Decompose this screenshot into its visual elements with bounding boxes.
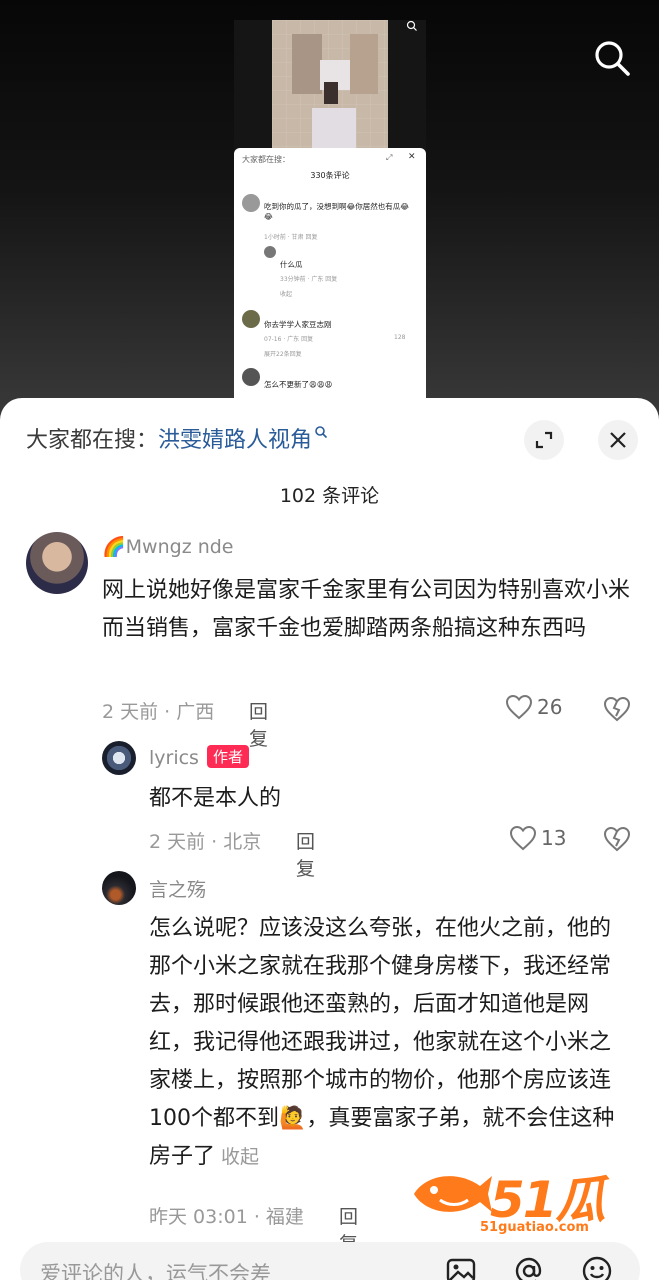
comment-meta: 昨天 03:01 · 福建 bbox=[149, 1206, 304, 1228]
mini-collapse: 收起 bbox=[280, 291, 293, 298]
author-badge: 作者 bbox=[206, 745, 249, 768]
watermark-logo: 51瓜条 51guatiao.com bbox=[410, 1160, 640, 1280]
mini-likes: 128 bbox=[394, 334, 406, 341]
close-icon bbox=[610, 432, 626, 448]
emoji-icon[interactable] bbox=[580, 1254, 614, 1280]
expand-icon bbox=[535, 431, 553, 449]
collapse-link[interactable]: 收起 bbox=[221, 1146, 259, 1168]
comment-text: 怎么说呢？应该没这么夸张，在他火之前，他的那个小米之家就在我那个健身房楼下，我还… bbox=[149, 910, 627, 1192]
at-mention-icon[interactable] bbox=[512, 1254, 546, 1280]
comment-sheet: 大家都在搜：洪雯婧路人视角 102 条评论 🌈Mwngz nde 网上说她好像是… bbox=[0, 398, 659, 1280]
embedded-comment-panel: 大家都在搜： ⤢ ✕ 330条评论 吃到你的瓜了，没想到啊😂你居然也有瓜😂😂 1… bbox=[234, 148, 426, 405]
mini-comment-count: 330条评论 bbox=[310, 171, 350, 180]
mini-close-icon: ✕ bbox=[408, 152, 416, 162]
avatar[interactable] bbox=[102, 741, 136, 775]
image-icon[interactable] bbox=[444, 1254, 478, 1280]
search-icon bbox=[406, 20, 417, 31]
username[interactable]: 言之殇 bbox=[149, 875, 206, 902]
mini-avatar bbox=[264, 246, 276, 258]
mini-comment-meta: 07-16 · 广东 回复 bbox=[264, 336, 314, 343]
fish-logo-icon bbox=[414, 1176, 492, 1212]
mini-expand-icon: ⤢ bbox=[386, 153, 393, 162]
username-text[interactable]: lyrics bbox=[149, 747, 199, 769]
comment-input-placeholder: 爱评论的人，运气不会差 bbox=[40, 1262, 271, 1280]
comment-text: 网上说她好像是富家千金家里有公司因为特别喜欢小米而当销售，富家千金也爱脚踏两条船… bbox=[102, 578, 631, 641]
video-frame: 大家都在搜： ⤢ ✕ 330条评论 吃到你的瓜了，没想到啊😂你居然也有瓜😂😂 1… bbox=[234, 20, 426, 405]
avatar[interactable] bbox=[26, 532, 88, 594]
username[interactable]: 🌈Mwngz nde bbox=[102, 535, 234, 558]
mini-comment-text: 你去学学人家豆志刚 bbox=[264, 320, 332, 329]
username[interactable]: lyrics 作者 bbox=[149, 745, 249, 769]
mini-avatar bbox=[242, 368, 260, 386]
hot-search-keyword[interactable]: 洪雯婧路人视角 bbox=[158, 428, 312, 453]
avatar[interactable] bbox=[102, 871, 136, 905]
video-player[interactable]: 大家都在搜： ⤢ ✕ 330条评论 吃到你的瓜了，没想到啊😂你居然也有瓜😂😂 1… bbox=[0, 0, 659, 420]
dislike-icon[interactable] bbox=[603, 826, 631, 852]
comment-text-body: 怎么说呢？应该没这么夸张，在他火之前，他的那个小米之家就在我那个健身房楼下，我还… bbox=[149, 916, 615, 1169]
like-button[interactable]: 13 bbox=[509, 825, 566, 851]
like-count: 13 bbox=[541, 826, 567, 850]
mini-comment-text: 什么瓜 bbox=[280, 260, 303, 269]
mini-avatar bbox=[242, 194, 260, 212]
comment-meta: 2 天前 · 广西 bbox=[102, 701, 215, 723]
mini-expand-replies: 展开22条回复 bbox=[264, 351, 302, 358]
watermark-url: 51guatiao.com bbox=[480, 1220, 589, 1235]
reply-button[interactable]: 回复 bbox=[249, 697, 268, 751]
search-icon[interactable] bbox=[590, 36, 634, 80]
expand-button[interactable] bbox=[524, 420, 564, 460]
mini-comment-text: 吃到你的瓜了，没想到啊😂你居然也有瓜😂😂 bbox=[264, 202, 410, 221]
mini-avatar bbox=[242, 310, 260, 328]
comment-input[interactable]: 爱评论的人，运气不会差 bbox=[20, 1242, 640, 1280]
dislike-icon[interactable] bbox=[603, 696, 631, 722]
search-icon bbox=[315, 426, 328, 439]
pixelated-image bbox=[272, 20, 388, 148]
hot-search-bar[interactable]: 大家都在搜：洪雯婧路人视角 bbox=[26, 422, 328, 454]
like-count: 26 bbox=[537, 695, 563, 719]
like-button[interactable]: 26 bbox=[505, 694, 562, 720]
reply-button[interactable]: 回复 bbox=[296, 827, 315, 881]
mini-hot-search: 大家都在搜： bbox=[242, 155, 290, 164]
hot-search-prefix: 大家都在搜： bbox=[26, 428, 159, 453]
comment-count: 102 条评论 bbox=[279, 485, 380, 507]
comment-meta: 2 天前 · 北京 bbox=[149, 831, 262, 853]
comment-text: 都不是本人的 bbox=[149, 786, 282, 811]
mini-comment-meta: 1小时前 · 甘肃 回复 bbox=[264, 234, 318, 241]
mini-comment-meta: 33分钟前 · 广东 回复 bbox=[280, 276, 338, 283]
heart-icon bbox=[509, 825, 537, 851]
close-button[interactable] bbox=[598, 420, 638, 460]
heart-icon bbox=[505, 694, 533, 720]
mini-comment-text: 怎么不更新了😩😩😩 bbox=[264, 380, 333, 389]
